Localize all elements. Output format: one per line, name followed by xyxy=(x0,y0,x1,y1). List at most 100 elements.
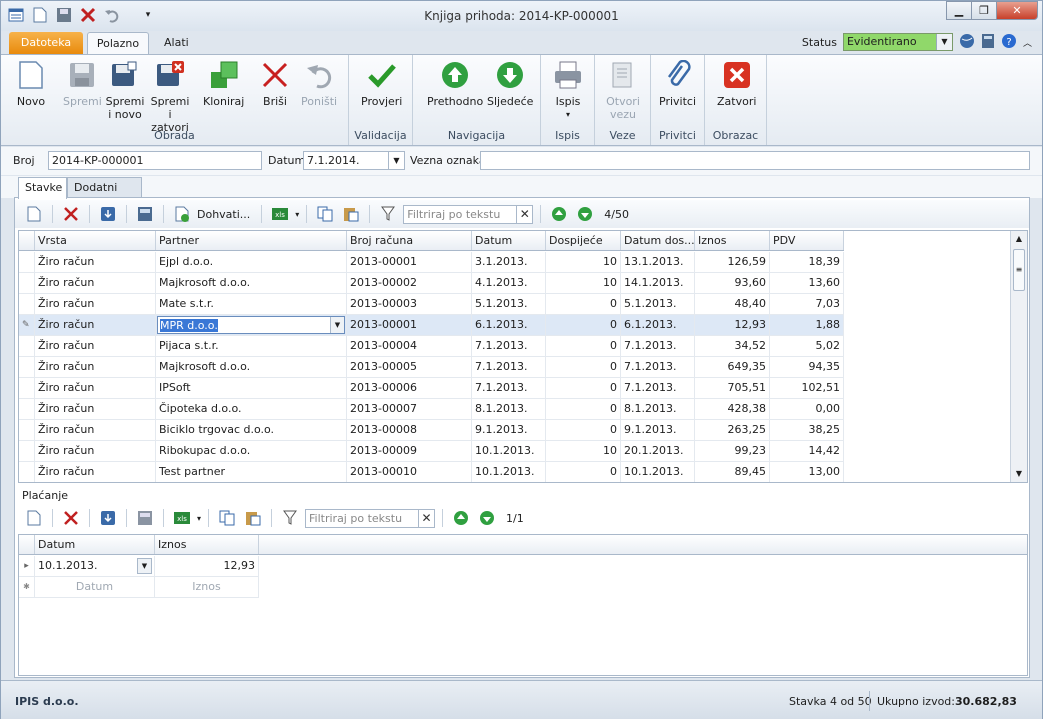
datum-input[interactable]: 7.1.2014. ▼ xyxy=(303,151,405,170)
table-cell[interactable]: 10 xyxy=(546,441,621,461)
table-cell[interactable]: 5.1.2013. xyxy=(472,294,546,314)
column-header[interactable]: Iznos xyxy=(155,535,259,554)
chevron-down-icon[interactable]: ▼ xyxy=(935,34,952,50)
table-cell[interactable]: 2013-00007 xyxy=(347,399,472,419)
table-cell[interactable]: 0 xyxy=(546,462,621,482)
scroll-thumb[interactable]: ≡ xyxy=(1013,249,1025,291)
table-cell[interactable]: Pijaca s.t.r. xyxy=(156,336,347,356)
calculator-icon[interactable] xyxy=(134,204,156,224)
chevron-down-icon[interactable]: ▼ xyxy=(137,558,152,574)
chevron-down-icon[interactable]: ▼ xyxy=(330,317,344,333)
next-row-icon[interactable] xyxy=(574,204,596,224)
partner-combobox[interactable]: MPR d.o.o. ▼ xyxy=(157,316,345,334)
table-row[interactable]: Žiro račun Biciklo trgovac d.o.o. 2013-000… xyxy=(19,420,844,441)
new-row-placeholder[interactable]: Datum xyxy=(35,577,155,597)
prethodno-button[interactable]: Prethodno xyxy=(427,59,483,108)
table-cell[interactable]: IPSoft xyxy=(156,378,347,398)
table-cell[interactable]: 8.1.2013. xyxy=(621,399,695,419)
ponisti-button[interactable]: Poništi xyxy=(301,59,337,108)
table-cell[interactable]: 10 xyxy=(546,273,621,293)
otvori-vezu-button[interactable]: Otvori vezu xyxy=(603,59,643,121)
new-row-placeholder[interactable]: Iznos xyxy=(155,577,259,597)
table-cell[interactable]: Žiro račun xyxy=(35,441,156,461)
table-cell[interactable]: 0 xyxy=(546,294,621,314)
excel-dropdown-icon[interactable]: ▾ xyxy=(295,210,299,219)
prev-row-icon[interactable] xyxy=(548,204,570,224)
table-cell[interactable]: Žiro račun xyxy=(35,462,156,482)
table-cell[interactable]: 2013-00009 xyxy=(347,441,472,461)
table-cell[interactable]: 94,35 xyxy=(770,357,844,377)
table-row[interactable]: Žiro račun Ribokupac d.o.o. 2013-00009 10.1… xyxy=(19,441,844,462)
new-item-row[interactable]: ✱ Datum Iznos xyxy=(19,577,259,598)
table-cell[interactable]: Žiro račun xyxy=(35,357,156,377)
table-cell[interactable]: 7.1.2013. xyxy=(621,357,695,377)
calculator-icon[interactable] xyxy=(981,33,995,52)
table-cell[interactable]: 0 xyxy=(546,336,621,356)
table-cell[interactable]: 0 xyxy=(546,420,621,440)
import-icon[interactable] xyxy=(97,508,119,528)
table-cell[interactable]: Ejpl d.o.o. xyxy=(156,252,347,272)
table-cell[interactable]: 7.1.2013. xyxy=(621,336,695,356)
excel-export-icon[interactable]: xls xyxy=(269,204,291,224)
table-cell[interactable]: 1,88 xyxy=(770,315,844,335)
table-cell[interactable]: 0 xyxy=(546,399,621,419)
table-cell[interactable]: 14,42 xyxy=(770,441,844,461)
table-cell[interactable]: 0 xyxy=(546,315,621,335)
table-cell[interactable]: 0,00 xyxy=(770,399,844,419)
excel-export-icon[interactable]: xls xyxy=(171,508,193,528)
spremi-button[interactable]: Spremi xyxy=(63,59,102,108)
novo-button[interactable]: Novo xyxy=(15,59,47,108)
ispis-button[interactable]: Ispis ▾ xyxy=(552,59,584,121)
paste-icon[interactable] xyxy=(242,508,264,528)
calculator-icon[interactable] xyxy=(134,508,156,528)
copy-icon[interactable] xyxy=(216,508,238,528)
table-row[interactable]: Žiro račun Mate s.t.r. 2013-00003 5.1.2013.… xyxy=(19,294,844,315)
new-row-icon[interactable] xyxy=(23,508,45,528)
table-cell[interactable]: 8.1.2013. xyxy=(472,399,546,419)
dohvati-button[interactable]: Dohvati... xyxy=(197,208,250,221)
table-cell[interactable]: 428,38 xyxy=(695,399,770,419)
table-cell[interactable]: 89,45 xyxy=(695,462,770,482)
clear-filter-icon[interactable]: ✕ xyxy=(516,205,532,223)
status-select[interactable]: Evidentirano ▼ xyxy=(842,33,953,51)
table-cell[interactable]: Žiro račun xyxy=(35,252,156,272)
table-row[interactable]: Žiro račun Majkrosoft d.o.o. 2013-00002 4.1… xyxy=(19,273,844,294)
chevron-down-icon[interactable]: ▼ xyxy=(388,152,404,169)
table-cell[interactable]: 2013-00005 xyxy=(347,357,472,377)
table-cell[interactable]: Žiro račun xyxy=(35,420,156,440)
table-cell[interactable]: 10.1.2013. xyxy=(472,462,546,482)
tab-datoteka[interactable]: Datoteka xyxy=(9,32,83,54)
scroll-down-icon[interactable]: ▼ xyxy=(1011,466,1027,482)
table-cell[interactable]: MPR d.o.o. ▼ xyxy=(156,315,347,335)
table-cell[interactable]: Ribokupac d.o.o. xyxy=(156,441,347,461)
spremi-novo-button[interactable]: Spremi i novo xyxy=(105,59,145,121)
table-cell[interactable]: 20.1.2013. xyxy=(621,441,695,461)
column-header[interactable]: Partner xyxy=(156,231,347,250)
new-row-icon[interactable] xyxy=(23,204,45,224)
table-row[interactable]: ▸ 10.1.2013. ▼ 12,93 xyxy=(19,556,259,577)
table-row[interactable]: Žiro račun IPSoft 2013-00006 7.1.2013. 0 7.1.… xyxy=(19,378,844,399)
column-header[interactable]: Iznos xyxy=(695,231,770,250)
prev-row-icon[interactable] xyxy=(450,508,472,528)
minimize-button[interactable]: ▁ xyxy=(946,1,972,20)
column-header[interactable]: Vrsta xyxy=(35,231,156,250)
table-row[interactable]: Žiro račun Pijaca s.t.r. 2013-00004 7.1.201… xyxy=(19,336,844,357)
table-cell[interactable]: 2013-00006 xyxy=(347,378,472,398)
table-cell[interactable]: 649,35 xyxy=(695,357,770,377)
maximize-button[interactable]: ❐ xyxy=(971,1,997,20)
table-cell[interactable]: 7.1.2013. xyxy=(472,378,546,398)
vertical-scrollbar[interactable]: ▲ ≡ ▼ xyxy=(1010,231,1027,482)
table-cell[interactable]: Žiro račun xyxy=(35,273,156,293)
table-cell[interactable]: 2013-00010 xyxy=(347,462,472,482)
broj-input[interactable]: 2014-KP-000001 xyxy=(48,151,262,170)
table-cell[interactable]: 2013-00004 xyxy=(347,336,472,356)
table-cell[interactable]: Biciklo trgovac d.o.o. xyxy=(156,420,347,440)
tab-alati[interactable]: Alati xyxy=(154,32,189,54)
table-cell[interactable]: 7.1.2013. xyxy=(472,336,546,356)
table-row[interactable]: Žiro račun Čipoteka d.o.o. 2013-00007 8.1.2… xyxy=(19,399,844,420)
provjeri-button[interactable]: Provjeri xyxy=(361,59,402,108)
table-cell[interactable]: 99,23 xyxy=(695,441,770,461)
table-cell[interactable]: 10.1.2013. xyxy=(472,441,546,461)
scroll-up-icon[interactable]: ▲ xyxy=(1011,231,1027,247)
table-cell[interactable]: 14.1.2013. xyxy=(621,273,695,293)
